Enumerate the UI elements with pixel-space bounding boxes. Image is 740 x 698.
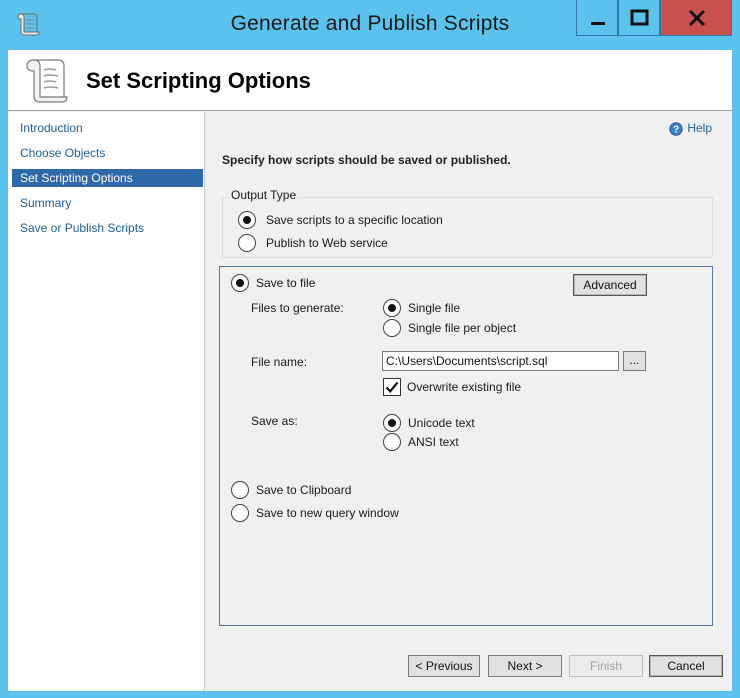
overwrite-checkbox[interactable] [383, 378, 401, 396]
previous-button[interactable]: < Previous [408, 655, 480, 677]
svg-text:?: ? [673, 124, 679, 135]
title-bar[interactable]: Generate and Publish Scripts [0, 0, 740, 50]
cancel-button[interactable]: Cancel [649, 655, 723, 677]
files-to-generate-label: Files to generate: [251, 301, 344, 315]
scroll-icon [22, 54, 70, 108]
file-name-input[interactable]: C:\Users\Documents\script.sql [382, 351, 619, 371]
overwrite-label: Overwrite existing file [407, 380, 522, 394]
instruction-text: Specify how scripts should be saved or p… [222, 153, 511, 167]
save-to-location-label: Save scripts to a specific location [266, 213, 443, 227]
wizard-sidebar: Introduction Choose Objects Set Scriptin… [8, 112, 205, 691]
publish-web-service-radio[interactable] [238, 234, 256, 252]
help-link[interactable]: ? Help [669, 121, 712, 137]
output-type-group: Output Type Save scripts to a specific l… [222, 188, 713, 258]
close-button[interactable] [660, 0, 732, 36]
save-to-query-window-radio[interactable] [231, 504, 249, 522]
single-file-label: Single file [408, 301, 461, 315]
checkmark-icon [385, 381, 399, 393]
save-to-file-radio[interactable] [231, 274, 249, 292]
save-to-clipboard-label: Save to Clipboard [256, 483, 352, 497]
sidebar-item-introduction[interactable]: Introduction [12, 119, 203, 137]
next-button[interactable]: Next > [488, 655, 562, 677]
ansi-text-label: ANSI text [408, 435, 459, 449]
page-header: Set Scripting Options [8, 50, 732, 111]
help-label: Help [687, 121, 712, 135]
save-to-query-window-label: Save to new query window [256, 506, 399, 520]
single-file-radio[interactable] [383, 299, 401, 317]
output-type-label: Output Type [229, 188, 299, 202]
save-to-location-radio[interactable] [238, 211, 256, 229]
browse-button[interactable]: ... [623, 351, 646, 371]
save-to-clipboard-radio[interactable] [231, 481, 249, 499]
main-content: ? Help Specify how scripts should be sav… [206, 112, 732, 691]
save-options-panel: Save to file Advanced Files to generate:… [219, 266, 713, 626]
publish-web-service-label: Publish to Web service [266, 236, 388, 250]
help-icon: ? [669, 122, 684, 136]
save-as-label: Save as: [251, 414, 298, 428]
single-file-per-object-label: Single file per object [408, 321, 517, 335]
sidebar-item-choose-objects[interactable]: Choose Objects [12, 144, 203, 162]
page-title: Set Scripting Options [86, 68, 311, 93]
close-icon [688, 9, 706, 27]
save-to-file-label: Save to file [256, 276, 316, 290]
maximize-button[interactable] [618, 0, 660, 36]
file-name-label: File name: [251, 355, 308, 369]
minimize-icon [591, 22, 605, 25]
wizard-client-area: Set Scripting Options Introduction Choos… [8, 50, 732, 691]
finish-button[interactable]: Finish [569, 655, 643, 677]
ansi-text-radio[interactable] [383, 433, 401, 451]
unicode-text-radio[interactable] [383, 414, 401, 432]
sidebar-item-summary[interactable]: Summary [12, 194, 203, 212]
maximize-icon [630, 9, 649, 26]
sidebar-item-save-or-publish[interactable]: Save or Publish Scripts [12, 219, 203, 237]
single-file-per-object-radio[interactable] [383, 319, 401, 337]
wizard-window: Generate and Publish Scripts Set Scripti [0, 0, 740, 698]
advanced-button[interactable]: Advanced [573, 274, 647, 296]
minimize-button[interactable] [576, 0, 618, 36]
unicode-text-label: Unicode text [408, 416, 475, 430]
sidebar-item-set-scripting-options[interactable]: Set Scripting Options [12, 169, 203, 187]
